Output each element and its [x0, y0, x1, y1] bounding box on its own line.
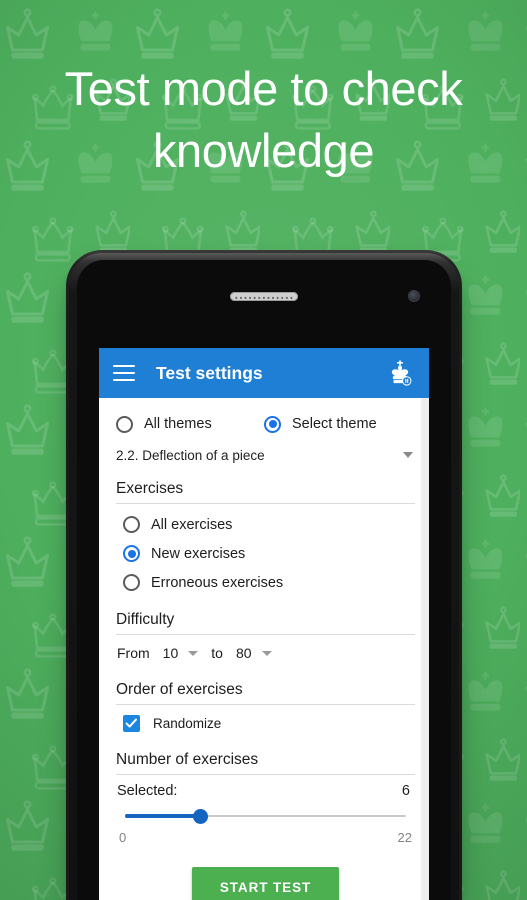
- selected-label: Selected:: [117, 783, 178, 799]
- device-body: Test settings All themes Select theme 2.…: [66, 250, 462, 900]
- phone-screen: Test settings All themes Select theme 2.…: [99, 348, 429, 900]
- checkmark-icon: [125, 718, 137, 728]
- radio-icon-all-exercises: [123, 516, 140, 533]
- promo-banner: Test mode to check knowledge Test settin…: [0, 0, 527, 900]
- difficulty-range-row: From 10 to 80: [116, 635, 415, 671]
- front-camera-icon: [408, 290, 420, 302]
- chevron-down-icon: [403, 452, 413, 458]
- section-title-number-of-exercises: Number of exercises: [116, 741, 415, 775]
- radio-icon-erroneous-exercises: [123, 574, 140, 591]
- slider-thumb[interactable]: [193, 808, 209, 824]
- difficulty-from-value[interactable]: 10: [163, 645, 179, 661]
- difficulty-from-label: From: [117, 645, 150, 661]
- checkbox-label-randomize: Randomize: [153, 715, 222, 731]
- section-title-difficulty: Difficulty: [116, 601, 415, 635]
- app-bar-title: Test settings: [156, 362, 263, 383]
- checkbox-icon-randomize: [123, 714, 140, 732]
- exercise-count-slider[interactable]: [125, 805, 406, 827]
- difficulty-to-label: to: [211, 645, 223, 661]
- radio-icon-select-theme: [264, 415, 281, 433]
- slider-min-label: 0: [119, 830, 127, 845]
- app-bar: Test settings: [99, 348, 429, 398]
- radio-icon-all-themes: [116, 415, 133, 433]
- theme-select-dropdown[interactable]: 2.2. Deflection of a piece: [116, 440, 415, 470]
- selected-count-row: Selected: 6: [116, 775, 415, 799]
- device-rim: Test settings All themes Select theme 2.…: [69, 253, 459, 900]
- radio-icon-new-exercises: [123, 545, 140, 562]
- radio-label-all-exercises: All exercises: [151, 516, 233, 533]
- exercises-radio-group: All exercises New exercises Erroneous ex…: [116, 504, 415, 601]
- selected-theme-value: 2.2. Deflection of a piece: [116, 447, 265, 463]
- radio-label-all-themes: All themes: [144, 416, 212, 432]
- earpiece-speaker-icon: [230, 292, 298, 301]
- section-title-order: Order of exercises: [116, 671, 415, 705]
- device-bezel: Test settings All themes Select theme 2.…: [77, 260, 451, 900]
- start-test-button-wrap: START TEST: [116, 867, 415, 900]
- chess-king-crown-logo-icon[interactable]: [385, 358, 415, 388]
- slider-fill: [125, 814, 201, 818]
- theme-mode-row: All themes Select theme: [116, 398, 415, 438]
- radio-label-new-exercises: New exercises: [151, 545, 246, 562]
- radio-label-erroneous-exercises: Erroneous exercises: [151, 574, 284, 591]
- difficulty-to-value[interactable]: 80: [236, 645, 252, 661]
- hamburger-menu-icon[interactable]: [113, 365, 135, 381]
- settings-content: All themes Select theme 2.2. Deflection …: [99, 398, 429, 900]
- scrollbar[interactable]: [421, 398, 429, 900]
- start-test-button[interactable]: START TEST: [191, 867, 340, 900]
- radio-all-themes[interactable]: All themes: [116, 415, 264, 433]
- chevron-down-icon-to[interactable]: [261, 650, 272, 656]
- radio-label-select-theme: Select theme: [292, 416, 377, 432]
- checkbox-randomize[interactable]: Randomize: [116, 705, 415, 741]
- radio-erroneous-exercises[interactable]: Erroneous exercises: [116, 568, 415, 597]
- section-title-exercises: Exercises: [116, 470, 415, 504]
- slider-max-label: 22: [397, 830, 412, 845]
- phone-mockup: Test settings All themes Select theme 2.…: [66, 250, 462, 900]
- chevron-down-icon-from[interactable]: [188, 650, 199, 656]
- page-title: Test mode to check knowledge: [64, 62, 463, 177]
- radio-all-exercises[interactable]: All exercises: [116, 510, 415, 539]
- selected-value: 6: [401, 783, 410, 799]
- radio-new-exercises[interactable]: New exercises: [116, 539, 415, 568]
- radio-select-theme[interactable]: Select theme: [264, 415, 377, 433]
- slider-bounds: 0 22: [116, 827, 415, 845]
